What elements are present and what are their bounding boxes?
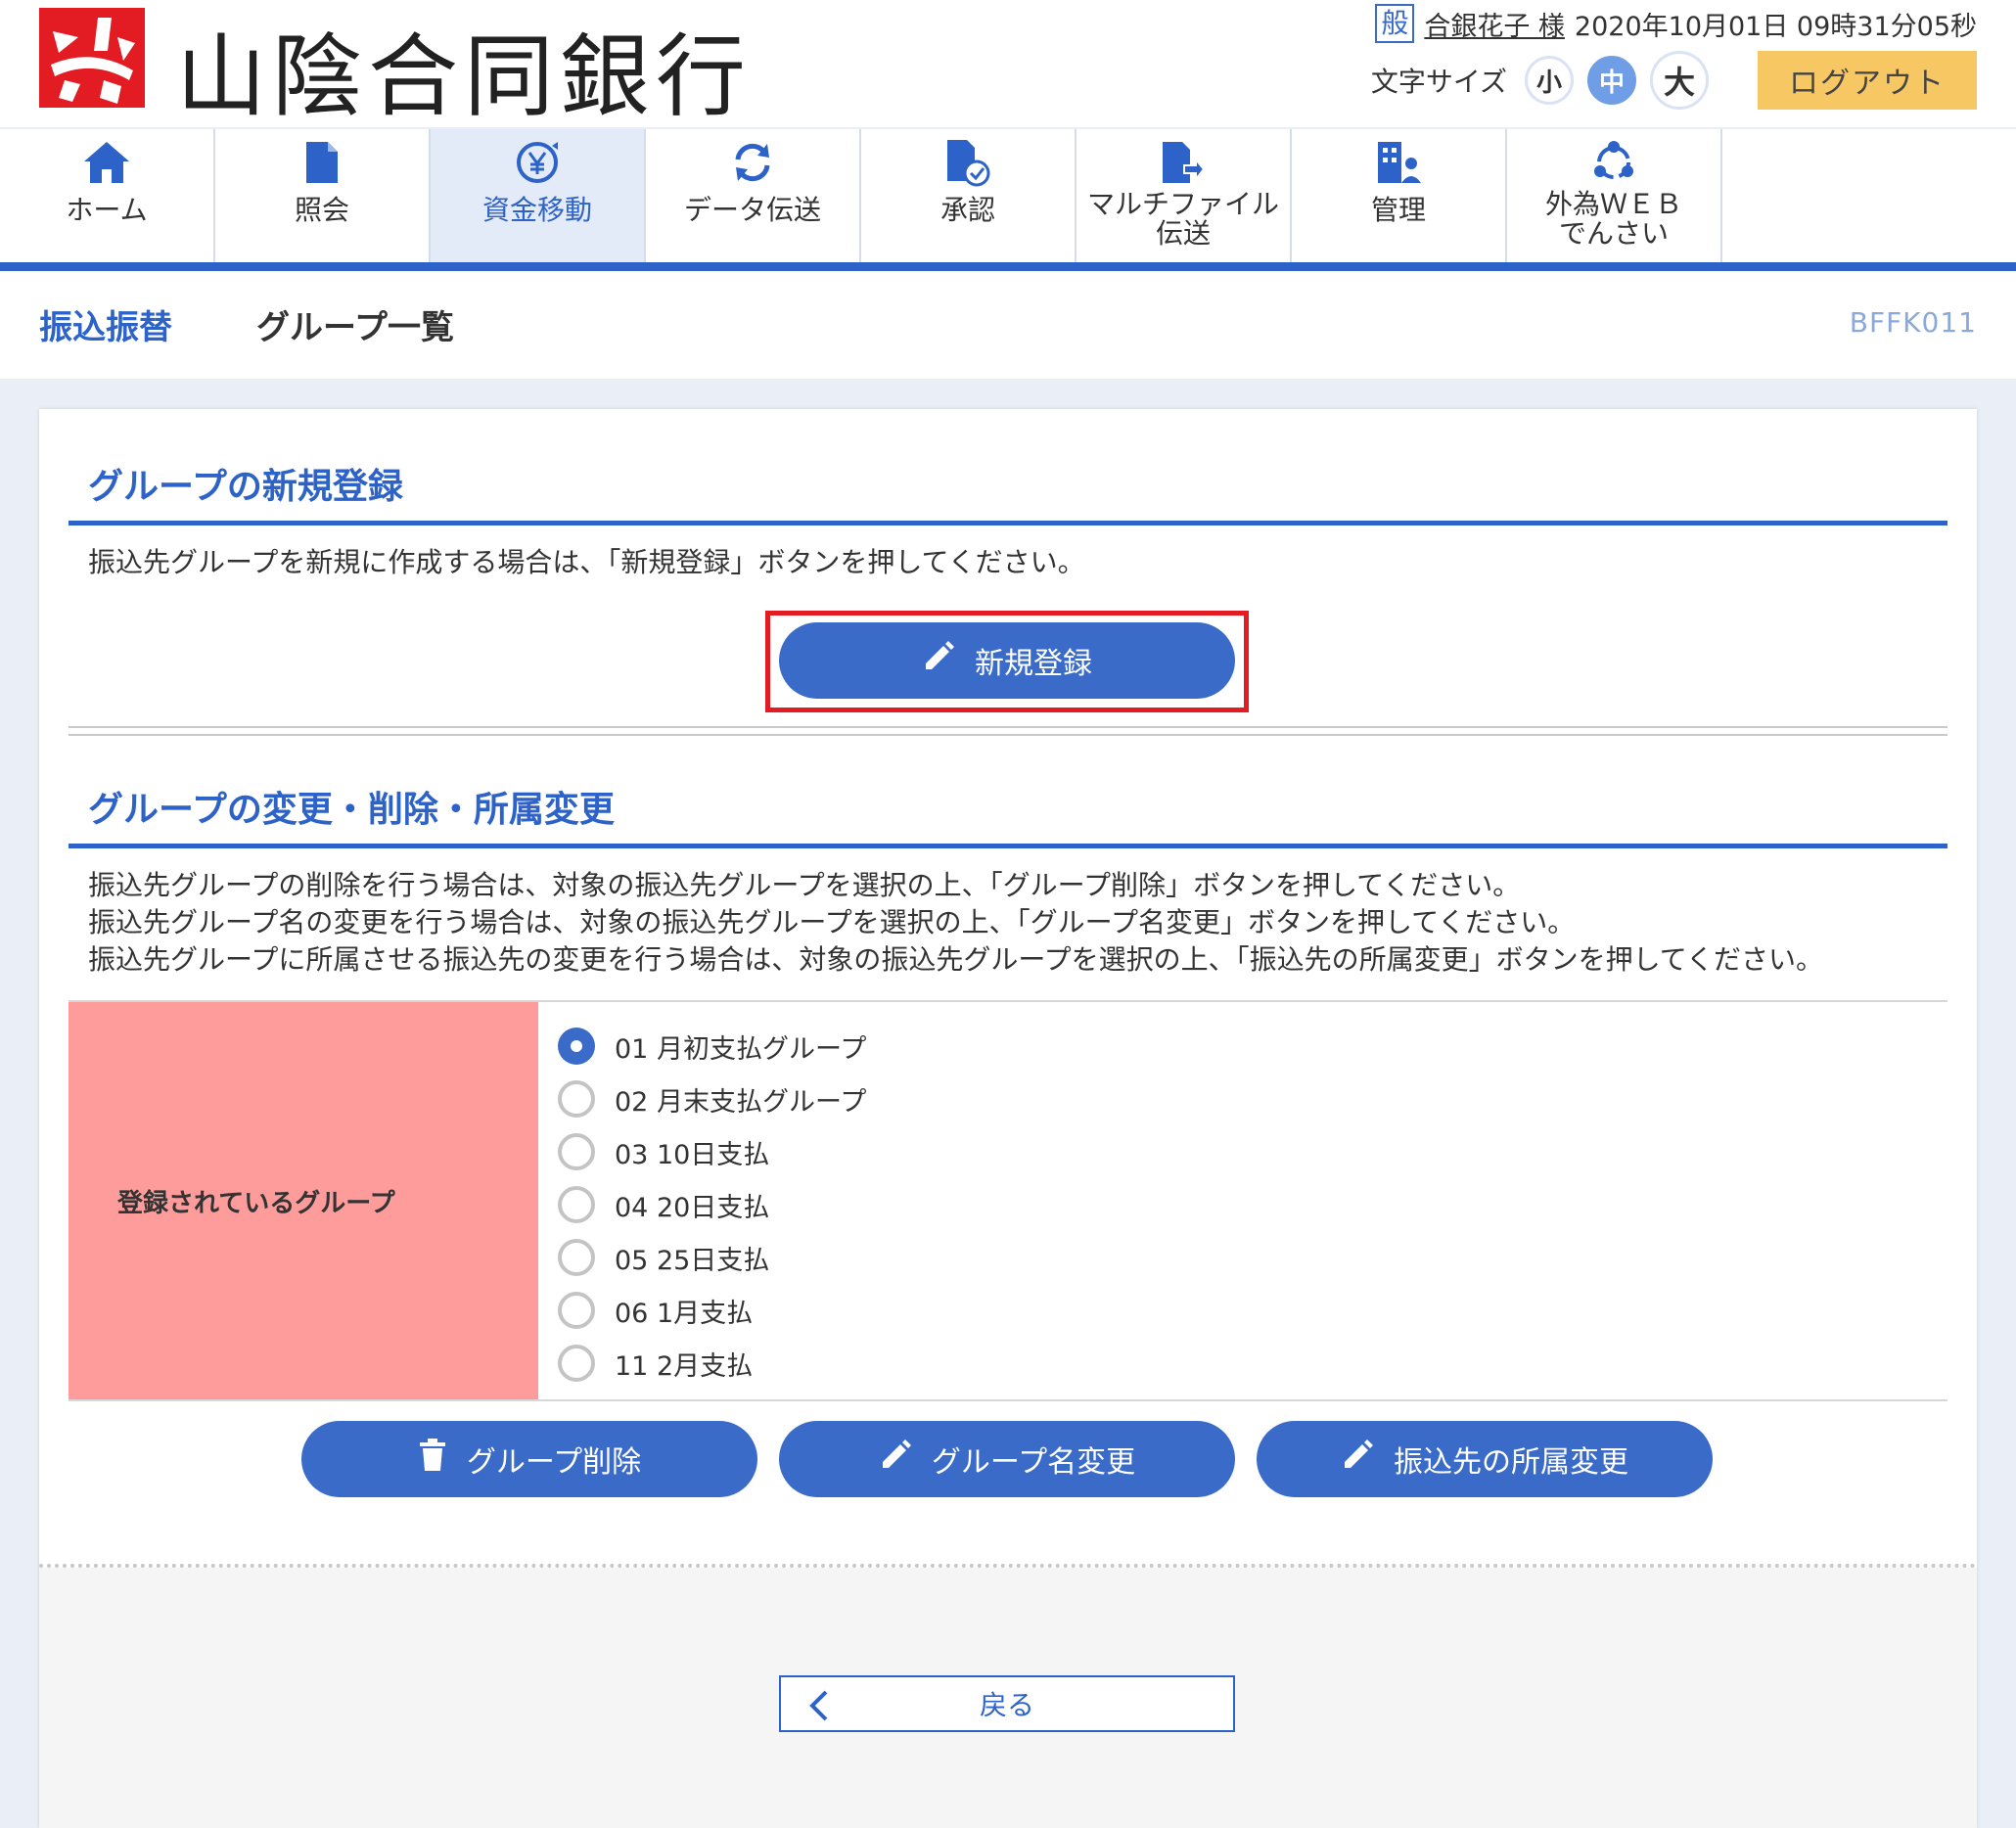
pencil-icon: [922, 640, 955, 681]
font-size-controls: 文字サイズ 小 中 大 ログアウト: [1371, 51, 1977, 110]
button-label: 新規登録: [975, 648, 1092, 680]
membership-change-button[interactable]: 振込先の所属変更: [1257, 1421, 1713, 1497]
font-size-medium-button[interactable]: 中: [1587, 56, 1636, 105]
edit-group-description: 振込先グループの削除を行う場合は、対象の振込先グループを選択の上、「グループ削除…: [88, 867, 1823, 979]
footer-area: 戻る: [39, 1568, 1977, 1828]
font-size-small-button[interactable]: 小: [1525, 56, 1574, 105]
section-divider: [69, 726, 1947, 736]
nav-item-fund-transfer[interactable]: 資金移動: [431, 129, 646, 262]
nav-label: 照会: [294, 194, 349, 226]
section-title: 振込振替: [39, 308, 172, 347]
nav-item-management[interactable]: 管理: [1292, 129, 1507, 262]
group-delete-button[interactable]: グループ削除: [301, 1421, 757, 1497]
group-radio-list: 01 月初支払グループ 02 月末支払グループ 03 10日支払 04 20日支…: [558, 1020, 866, 1390]
description-line: 振込先グループ名の変更を行う場合は、対象の振込先グループを選択の上、「グループ名…: [88, 906, 1576, 938]
group-option-label: 01 月初支払グループ: [615, 1033, 867, 1065]
circle-nodes-icon: [1588, 137, 1639, 188]
button-label: グループ削除: [466, 1446, 642, 1479]
nav-label-line2: でんさい: [1558, 217, 1669, 250]
group-option[interactable]: 04 20日支払: [558, 1178, 866, 1231]
nav-label: マルチファイル 伝送: [1087, 190, 1279, 249]
radio-button[interactable]: [558, 1239, 595, 1276]
nav-label: データ伝送: [683, 194, 821, 226]
chevron-left-icon: [806, 1689, 830, 1729]
new-group-section-title: グループの新規登録: [88, 467, 403, 507]
radio-button[interactable]: [558, 1133, 595, 1170]
back-button[interactable]: 戻る: [779, 1675, 1235, 1732]
page-title: グループ一覧: [256, 308, 454, 347]
radio-button[interactable]: [558, 1345, 595, 1382]
title-bar: 振込振替 グループ一覧 BFFK011: [0, 271, 2016, 379]
group-option[interactable]: 05 25日支払: [558, 1231, 866, 1284]
group-option-label: 11 2月支払: [615, 1350, 754, 1382]
group-option[interactable]: 03 10日支払: [558, 1125, 866, 1178]
bank-logo: [39, 8, 145, 108]
pencil-icon: [879, 1439, 912, 1480]
logout-button[interactable]: ログアウト: [1758, 51, 1977, 110]
radio-button-selected[interactable]: [558, 1028, 595, 1065]
group-option-label: 06 1月支払: [615, 1298, 754, 1329]
pencil-icon: [1341, 1439, 1374, 1480]
screen-code: BFFK011: [1849, 306, 1977, 339]
new-registration-button[interactable]: 新規登録: [779, 622, 1235, 699]
trash-icon: [418, 1439, 447, 1480]
building-person-icon: [1373, 137, 1424, 188]
header: 山陰合同銀行 般 合銀花子 様 2020年10月01日 09時31分05秒 文字…: [0, 0, 2016, 129]
section-rule: [69, 521, 1947, 526]
nav-item-approval[interactable]: 承認: [861, 129, 1077, 262]
font-size-large-button[interactable]: 大: [1650, 51, 1709, 110]
file-arrow-icon: [1158, 137, 1209, 188]
button-label: グループ名変更: [931, 1446, 1136, 1479]
group-option[interactable]: 02 月末支払グループ: [558, 1073, 866, 1125]
font-size-label: 文字サイズ: [1370, 66, 1507, 98]
global-nav: ホーム 照会 資金移動 データ伝送 承認 マルチファイル 伝送 管理 外為ＷＥＢ…: [0, 129, 2016, 271]
document-check-icon: [942, 137, 993, 188]
radio-button[interactable]: [558, 1292, 595, 1329]
nav-label: 外為ＷＥＢ でんさい: [1545, 190, 1682, 249]
description-line: 振込先グループに所属させる振込先の変更を行う場合は、対象の振込先グループを選択の…: [88, 943, 1823, 976]
group-option[interactable]: 11 2月支払: [558, 1337, 866, 1390]
nav-label: 承認: [939, 194, 995, 226]
section-rule: [69, 844, 1947, 848]
group-option-label: 05 25日支払: [615, 1245, 770, 1276]
user-type-badge: 般: [1375, 4, 1415, 43]
user-info: 般 合銀花子 様 2020年10月01日 09時31分05秒: [1375, 4, 1977, 43]
nav-label: ホーム: [66, 194, 148, 226]
group-option[interactable]: 06 1月支払: [558, 1284, 866, 1337]
nav-item-multifile[interactable]: マルチファイル 伝送: [1077, 129, 1292, 262]
group-table-header: 登録されているグループ: [69, 1002, 538, 1399]
nav-item-forex-web[interactable]: 外為ＷＥＢ でんさい: [1507, 129, 1722, 262]
nav-label-line1: 外為ＷＥＢ: [1544, 188, 1682, 220]
group-option-label: 04 20日支払: [615, 1192, 770, 1223]
radio-button[interactable]: [558, 1186, 595, 1223]
nav-item-data-transmission[interactable]: データ伝送: [646, 129, 861, 262]
edit-group-section-title: グループの変更・削除・所属変更: [88, 790, 615, 830]
group-option[interactable]: 01 月初支払グループ: [558, 1020, 866, 1073]
button-label: 振込先の所属変更: [1394, 1446, 1628, 1479]
description-line: 振込先グループの削除を行う場合は、対象の振込先グループを選択の上、「グループ削除…: [88, 869, 1521, 901]
radio-button[interactable]: [558, 1080, 595, 1118]
nav-item-inquiry[interactable]: 照会: [215, 129, 431, 262]
document-icon: [297, 137, 347, 188]
main-card: グループの新規登録 振込先グループを新規に作成する場合は、「新規登録」ボタンを押…: [39, 409, 1977, 1828]
refresh-icon: [727, 137, 778, 188]
new-group-description: 振込先グループを新規に作成する場合は、「新規登録」ボタンを押してください。: [88, 546, 1085, 578]
nav-label-line1: マルチファイル: [1086, 188, 1279, 220]
group-rename-button[interactable]: グループ名変更: [779, 1421, 1235, 1497]
group-option-label: 03 10日支払: [615, 1139, 770, 1170]
group-table: 登録されているグループ 01 月初支払グループ 02 月末支払グループ 03 1…: [69, 1000, 1947, 1401]
nav-label-line2: 伝送: [1155, 217, 1211, 250]
nav-label: 管理: [1370, 194, 1426, 226]
back-button-label: 戻る: [979, 1689, 1034, 1721]
nav-item-home[interactable]: ホーム: [0, 129, 215, 262]
user-name-link[interactable]: 合銀花子 様: [1424, 5, 1565, 43]
home-icon: [81, 137, 132, 188]
nav-label: 資金移動: [481, 194, 592, 226]
group-option-label: 02 月末支払グループ: [615, 1086, 867, 1118]
yen-transfer-icon: [512, 137, 563, 188]
login-datetime: 2020年10月01日 09時31分05秒: [1574, 11, 1977, 42]
bank-name: 山陰合同銀行: [176, 24, 753, 129]
